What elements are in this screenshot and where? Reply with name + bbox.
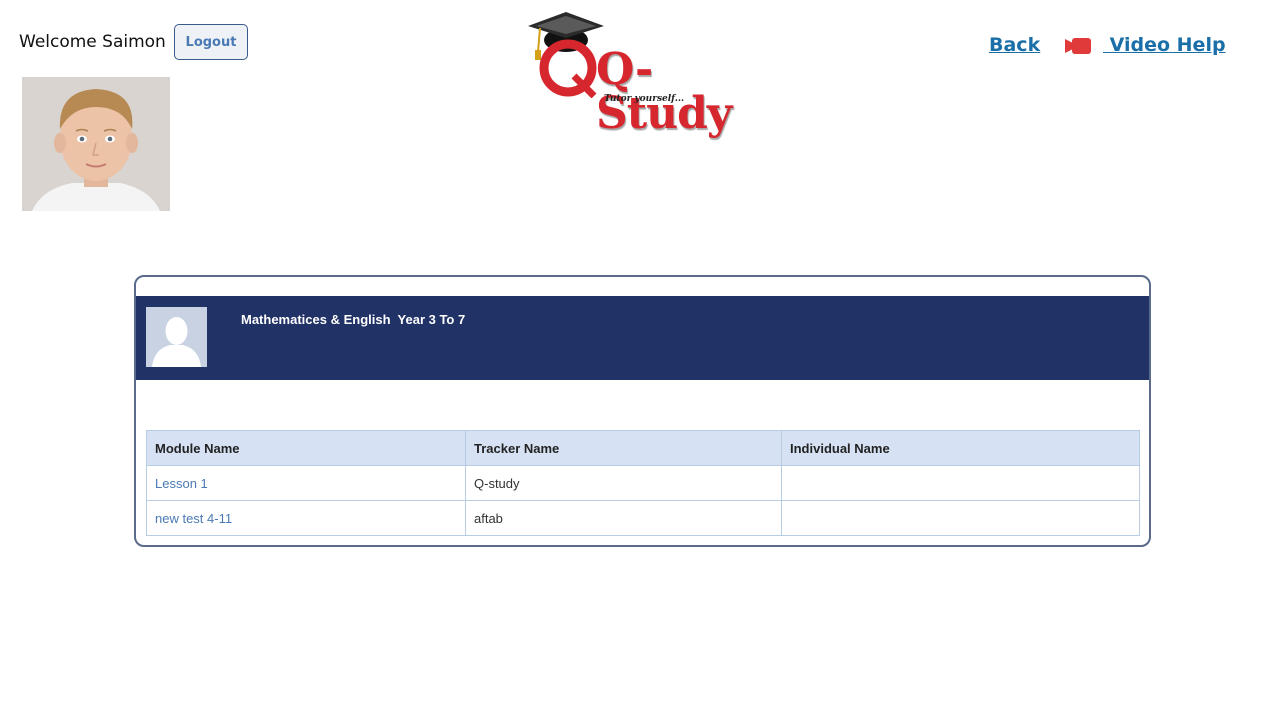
column-header-individual: Individual Name [781, 430, 1140, 466]
modules-table: Module Name Tracker Name Individual Name… [146, 430, 1140, 536]
logo-tagline: Tutor yourself... [604, 94, 685, 104]
module-name-link[interactable]: new test 4-11 [146, 500, 466, 536]
individual-name-cell [781, 465, 1140, 501]
course-header: Mathematices & English Year 3 To 7 [136, 296, 1149, 380]
tracker-name-cell: Q-study [465, 465, 782, 501]
column-header-module: Module Name [146, 430, 466, 466]
profile-avatar [22, 77, 170, 211]
back-link[interactable]: Back [989, 34, 1040, 56]
video-camera-icon[interactable] [1065, 36, 1091, 56]
welcome-text: Welcome Saimon [19, 32, 166, 52]
logo-brand-text: Q-Study [596, 44, 732, 139]
user-silhouette-icon [146, 307, 207, 367]
tracker-name-cell: aftab [465, 500, 782, 536]
course-thumbnail [146, 307, 207, 367]
table-row: new test 4-11 aftab [146, 500, 1140, 536]
module-name-link[interactable]: Lesson 1 [146, 465, 466, 501]
video-help-link[interactable]: Video Help [1103, 34, 1226, 56]
course-card: Mathematices & English Year 3 To 7 Modul… [134, 275, 1151, 547]
table-row: Lesson 1 Q-study [146, 465, 1140, 501]
course-title: Mathematices & English Year 3 To 7 [241, 312, 466, 327]
q-emblem-icon [539, 39, 597, 98]
table-header-row: Module Name Tracker Name Individual Name [146, 430, 1140, 466]
qstudy-logo: Q-Study Tutor yourself... [526, 8, 756, 136]
individual-name-cell [781, 500, 1140, 536]
logout-button[interactable]: Logout [174, 24, 248, 60]
column-header-tracker: Tracker Name [465, 430, 782, 466]
